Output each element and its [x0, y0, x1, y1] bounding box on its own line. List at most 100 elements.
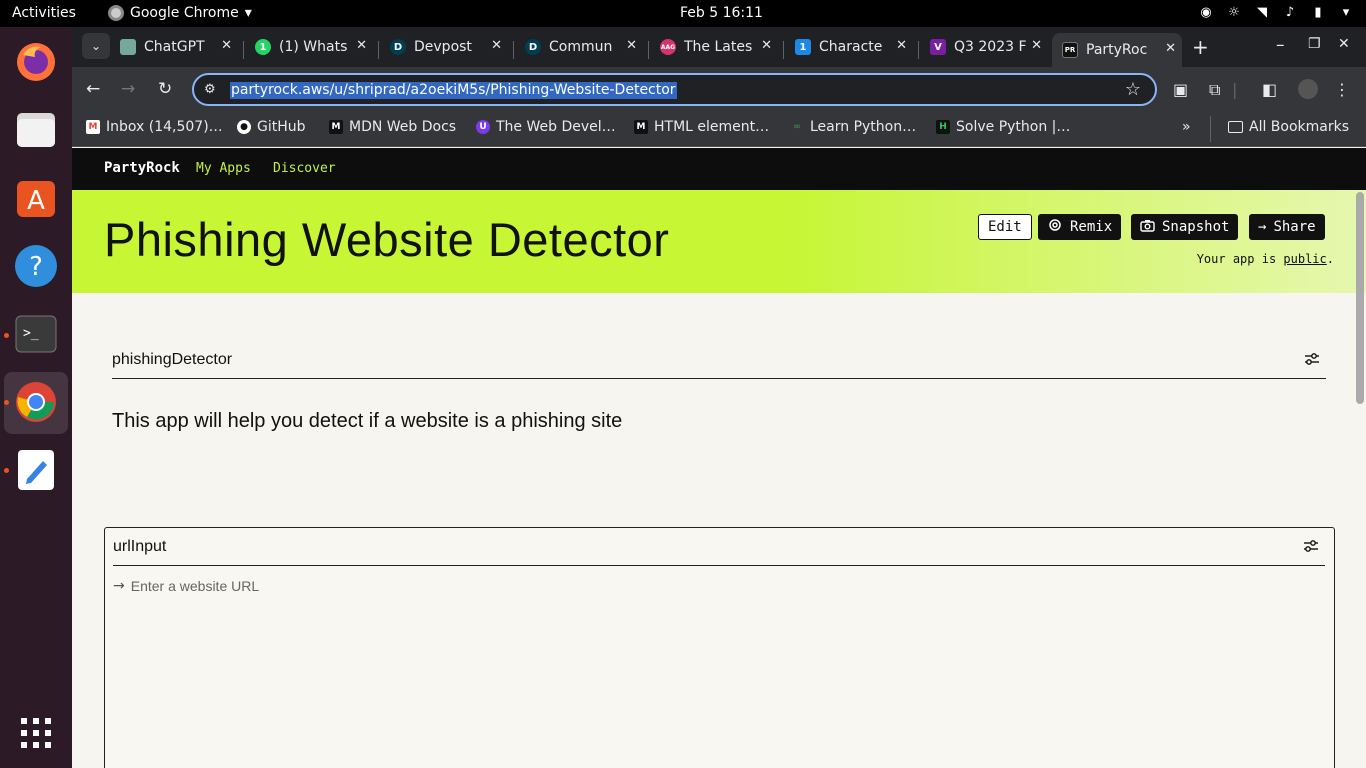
activities-button[interactable]: Activities: [12, 5, 76, 21]
github-icon: ●: [237, 120, 251, 134]
nav-my-apps[interactable]: My Apps: [196, 161, 251, 176]
mdn-icon: M: [634, 120, 648, 134]
running-indicator: [4, 400, 9, 405]
bookmark-solve-python[interactable]: H Solve Python |…: [936, 119, 1070, 135]
public-link[interactable]: public: [1283, 252, 1326, 266]
maximize-button[interactable]: ❐: [1308, 36, 1321, 52]
wifi-icon[interactable]: ◥: [1254, 4, 1270, 20]
visibility-note: Your app is public.: [1196, 252, 1334, 266]
partyrock-icon: PR: [1062, 42, 1078, 58]
bookmark-learn-python[interactable]: ∞ Learn Python…: [790, 119, 916, 135]
aag-icon: AAG: [660, 39, 676, 55]
url-input[interactable]: [130, 578, 1031, 594]
tab-character[interactable]: 1 Characte ✕: [785, 33, 913, 61]
close-icon[interactable]: ✕: [356, 38, 367, 53]
running-indicator: [4, 333, 9, 338]
tab-chatgpt[interactable]: ChatGPT ✕: [110, 33, 238, 61]
side-panel-icon[interactable]: ◧: [1262, 80, 1277, 99]
partyrock-logo[interactable]: PartyRock: [104, 160, 180, 176]
running-indicator: [4, 468, 9, 473]
more-bookmarks-button[interactable]: »: [1182, 119, 1191, 135]
bookmark-github[interactable]: ● GitHub: [237, 119, 306, 135]
tab-strip: ⌄ ChatGPT ✕ 1 (1) Whats ✕ D Devpost ✕ D …: [72, 27, 1366, 67]
close-icon[interactable]: ✕: [761, 38, 772, 53]
close-icon[interactable]: ✕: [1165, 41, 1176, 56]
tab-the-latest[interactable]: AAG The Lates ✕: [650, 33, 778, 61]
svg-text:>_: >_: [23, 326, 39, 341]
bookmark-gmail[interactable]: M Inbox (14,507)…: [86, 119, 223, 135]
svg-text:A: A: [27, 186, 45, 216]
close-icon[interactable]: ✕: [896, 38, 907, 53]
show-apps-icon[interactable]: [13, 710, 59, 756]
mdn-icon: M: [329, 120, 343, 134]
tab-search-button[interactable]: ⌄: [82, 33, 110, 59]
app-center-icon[interactable]: A: [13, 175, 59, 221]
chevron-down-icon: ▾: [244, 5, 252, 21]
close-icon[interactable]: ✕: [221, 38, 232, 53]
widget-description: This app will help you detect if a websi…: [112, 410, 623, 432]
whatsapp-icon: 1: [255, 39, 271, 55]
volume-icon[interactable]: ♪: [1282, 4, 1298, 20]
nav-discover[interactable]: Discover: [273, 161, 336, 176]
bookmark-star-icon[interactable]: ☆: [1125, 79, 1141, 100]
bookmark-web-dev[interactable]: U The Web Devel…: [476, 119, 616, 135]
url-input-widget: urlInput →: [104, 527, 1335, 768]
chrome-tray-icon[interactable]: ◉: [1198, 4, 1214, 20]
chrome-menu-icon[interactable]: ⋮: [1334, 80, 1350, 99]
terminal-icon[interactable]: >_: [13, 311, 59, 357]
dock: A ? >_: [0, 27, 72, 768]
extensions-puzzle-icon[interactable]: ⧉: [1209, 80, 1220, 100]
clock[interactable]: Feb 5 16:11: [680, 5, 763, 21]
text-editor-icon[interactable]: [13, 447, 59, 493]
close-icon[interactable]: ✕: [1031, 38, 1042, 53]
close-icon[interactable]: ✕: [626, 38, 637, 53]
gfg-icon: ∞: [793, 122, 801, 132]
url-text[interactable]: partyrock.aws/u/shriprad/a2oekiM5s/Phish…: [230, 82, 677, 99]
system-tray[interactable]: ◉ ☼ ◥ ♪ ▮ ▾: [1198, 4, 1354, 20]
app-menu[interactable]: Google Chrome ▾: [108, 5, 252, 21]
settings-sliders-icon[interactable]: [1304, 351, 1320, 370]
tab-community[interactable]: D Commun ✕: [515, 33, 643, 61]
v-logo-icon: V: [930, 39, 946, 55]
extension-icon[interactable]: ▣: [1173, 80, 1188, 99]
minimize-button[interactable]: –: [1276, 35, 1285, 55]
help-icon[interactable]: ?: [13, 243, 59, 289]
settings-sliders-icon[interactable]: [1303, 538, 1319, 557]
app-menu-label: Google Chrome: [130, 5, 239, 21]
camera-icon: [1140, 219, 1155, 236]
reload-button[interactable]: ↻: [158, 79, 172, 99]
firefox-icon[interactable]: [13, 39, 59, 85]
edit-button[interactable]: Edit: [978, 214, 1032, 240]
brightness-icon[interactable]: ☼: [1226, 4, 1242, 20]
back-button[interactable]: ←: [86, 79, 100, 99]
remix-button[interactable]: Remix: [1038, 214, 1122, 240]
widget-title: phishingDetector: [112, 351, 233, 368]
web-page: PartyRock My Apps Discover Phishing Webs…: [72, 148, 1366, 768]
page-scrollbar[interactable]: [1356, 192, 1364, 404]
chrome-dock-icon[interactable]: [13, 379, 59, 425]
close-icon[interactable]: ✕: [491, 38, 502, 53]
tab-whatsapp[interactable]: 1 (1) Whats ✕: [245, 33, 373, 61]
forward-button[interactable]: →: [121, 79, 135, 99]
tab-partyrock[interactable]: PR PartyRoc ✕: [1052, 33, 1182, 67]
tab-devpost[interactable]: D Devpost ✕: [380, 33, 508, 61]
files-icon[interactable]: [13, 107, 59, 153]
new-tab-button[interactable]: +: [1192, 35, 1209, 59]
bookmark-html-element[interactable]: M HTML element…: [634, 119, 769, 135]
snapshot-button[interactable]: Snapshot: [1131, 214, 1239, 240]
share-button[interactable]: → Share: [1249, 214, 1325, 240]
bookmarks-bar: M Inbox (14,507)… ● GitHub M MDN Web Doc…: [72, 111, 1366, 147]
site-info-icon[interactable]: ⚙: [204, 82, 216, 97]
phishing-detector-widget-header: phishingDetector: [112, 341, 1326, 379]
battery-icon[interactable]: ▮: [1310, 4, 1326, 20]
power-menu-icon[interactable]: ▾: [1338, 4, 1354, 20]
all-bookmarks-button[interactable]: All Bookmarks: [1228, 119, 1349, 135]
close-window-button[interactable]: ✕: [1338, 36, 1350, 52]
profile-avatar[interactable]: [1298, 79, 1318, 99]
address-bar[interactable]: ⚙ partyrock.aws/u/shriprad/a2oekiM5s/Phi…: [192, 73, 1157, 106]
tab-q3-2023[interactable]: V Q3 2023 F ✕: [920, 33, 1048, 61]
page-title: Phishing Website Detector: [104, 213, 670, 266]
bookmark-mdn[interactable]: M MDN Web Docs: [329, 119, 456, 135]
partyrock-nav: PartyRock My Apps Discover: [72, 148, 1366, 190]
hackerrank-icon: H: [936, 120, 950, 134]
